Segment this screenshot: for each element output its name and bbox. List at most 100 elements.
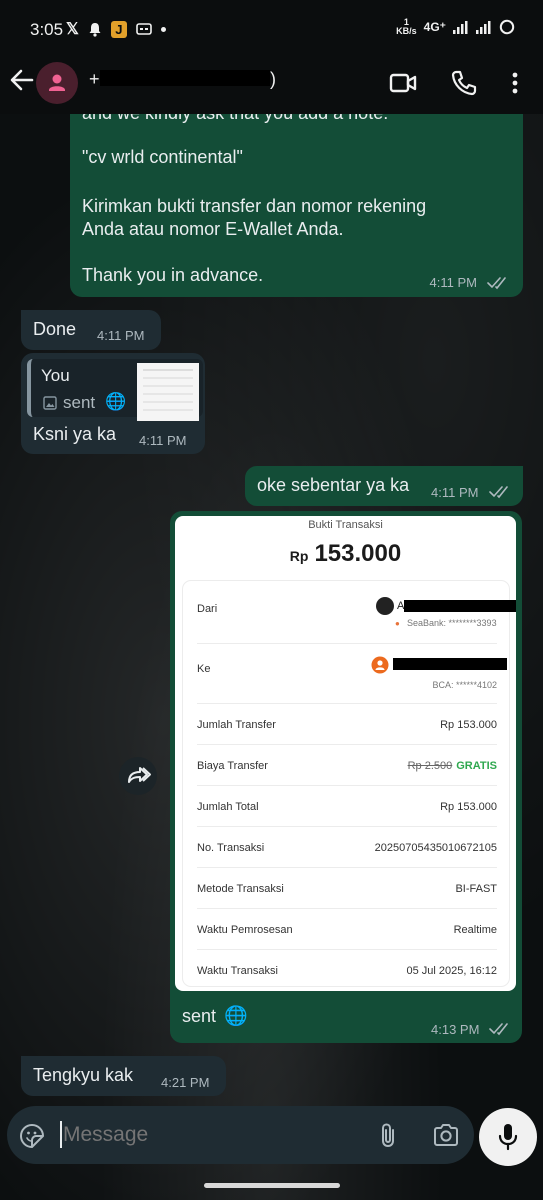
receipt-image[interactable]: Bukti Transaksi Rp 153.000 Dari A ● SeaBa…	[175, 516, 516, 991]
more-options-icon[interactable]	[500, 68, 530, 98]
text-cursor	[60, 1121, 62, 1148]
message-time: 4:11 PM	[97, 328, 145, 343]
row-label: Waktu Transaksi	[197, 965, 278, 977]
image-caption: sent	[182, 1006, 217, 1026]
sender-avatar	[376, 597, 394, 615]
row-value: Rp 153.000	[440, 801, 497, 813]
status-right: 1 KB/s 4G⁺	[396, 18, 515, 36]
thumbnail-line	[143, 377, 193, 379]
sender-bank: SeaBank: ********3393	[407, 618, 497, 628]
j-app-icon: J	[110, 20, 127, 38]
read-ticks-icon	[487, 277, 506, 290]
network-speed: 1 KB/s	[396, 18, 417, 36]
row-label: No. Transaksi	[197, 842, 265, 854]
message-text: Anda atau nomor E-Wallet Anda.	[82, 219, 344, 239]
redacted-name	[100, 70, 270, 86]
row-value: Rp 153.000	[440, 719, 497, 731]
divider	[197, 908, 497, 909]
attachment-icon[interactable]	[377, 1121, 399, 1149]
divider	[197, 826, 497, 827]
dot-icon	[160, 26, 166, 32]
row-value: 05 Jul 2025, 16:12	[406, 965, 497, 977]
avatar[interactable]	[36, 62, 78, 104]
thumbnail-line	[143, 393, 193, 395]
thumbnail-line	[143, 401, 193, 403]
message-bubble-incoming[interactable]: Done 4:11 PM	[21, 310, 161, 350]
read-ticks-icon	[489, 1023, 508, 1036]
globe-icon: 🌐	[224, 1006, 248, 1027]
message-input[interactable]	[63, 1118, 353, 1152]
seabank-icon: ●	[395, 619, 400, 628]
row-value: BI-FAST	[455, 883, 497, 895]
quote-text: sent	[63, 393, 96, 412]
quote-author: You	[41, 366, 70, 385]
message-text: oke sebentar ya ka	[257, 475, 410, 495]
row-label: Ke	[197, 663, 211, 675]
receipt-title: Bukti Transaksi	[308, 519, 383, 531]
signal-icon-2	[476, 21, 491, 34]
network-type: 4G⁺	[423, 20, 446, 34]
thumbnail-line	[143, 409, 193, 411]
back-arrow-icon[interactable]	[8, 66, 36, 94]
receipt-amount-value: 153.000	[314, 540, 402, 567]
row-label: Dari	[197, 603, 218, 615]
quoted-message[interactable]: You sent 🌐	[27, 359, 203, 421]
row-label: Jumlah Transfer	[197, 719, 276, 731]
divider	[197, 703, 497, 704]
divider	[197, 949, 497, 950]
message-time: 4:21 PM	[161, 1075, 210, 1090]
message-bubble-outgoing[interactable]: and we kindly ask that you add a note: "…	[70, 92, 523, 297]
message-time: 4:11 PM	[429, 275, 477, 290]
image-message-bubble[interactable]: Bukti Transaksi Rp 153.000 Dari A ● SeaBa…	[170, 511, 522, 1043]
camera-icon[interactable]	[432, 1122, 460, 1148]
divider	[197, 867, 497, 868]
quote-thumbnail	[137, 363, 199, 421]
divider	[197, 643, 497, 644]
globe-icon: 🌐	[105, 392, 127, 411]
voice-message-button[interactable]	[479, 1108, 537, 1166]
gesture-nav-bar[interactable]	[204, 1183, 340, 1188]
divider	[197, 744, 497, 745]
row-value: 20250705435010672105	[374, 842, 497, 854]
read-ticks-icon	[489, 486, 508, 499]
x-app-icon: 𝕏	[66, 21, 79, 38]
sticker-icon[interactable]	[19, 1123, 45, 1149]
person-icon	[49, 74, 65, 91]
message-text: Ksni ya ka	[33, 424, 117, 444]
forward-button[interactable]	[119, 757, 157, 795]
row-value: Rp 2.500 GRATIS	[408, 760, 497, 772]
message-text: Thank you in advance.	[82, 265, 264, 285]
message-bubble-incoming[interactable]: You sent 🌐 Ksni ya ka 4:11 PM	[21, 353, 205, 454]
battery-icon	[499, 19, 515, 35]
thumbnail-line	[143, 385, 193, 387]
signal-icon	[453, 21, 468, 34]
receipt-details-card: Dari A ● SeaBank: ********3393 Ke BCA: *…	[183, 581, 516, 986]
message-time: 4:13 PM	[431, 1022, 480, 1037]
message-text: Done	[33, 319, 77, 339]
fee-free: GRATIS	[456, 760, 497, 772]
message-bubble-incoming[interactable]: Tengkyu kak 4:21 PM	[21, 1056, 226, 1096]
video-call-icon[interactable]	[388, 68, 418, 98]
notification-icons: 𝕏 J	[66, 19, 166, 39]
message-time: 4:11 PM	[139, 433, 187, 448]
message-bubble-outgoing[interactable]: oke sebentar ya ka 4:11 PM	[245, 466, 523, 506]
redacted-recipient	[393, 658, 507, 670]
header-layer: + )	[0, 58, 543, 114]
forward-icon	[128, 767, 151, 783]
contact-name[interactable]: +	[89, 69, 100, 90]
contact-suffix: )	[270, 69, 276, 89]
microphone-icon	[498, 1124, 518, 1151]
message-text: "cv wrld continental"	[82, 147, 243, 167]
bell-icon	[89, 22, 101, 37]
row-value: Realtime	[453, 924, 497, 936]
thumbnail-line	[143, 369, 193, 371]
fee-original: Rp 2.500	[407, 760, 453, 772]
message-input-bar	[7, 1106, 474, 1164]
message-text: Tengkyu kak	[33, 1065, 134, 1085]
voice-call-icon[interactable]	[449, 68, 479, 98]
recipient-avatar-icon	[371, 656, 389, 674]
card-icon	[136, 23, 152, 35]
row-label: Waktu Pemrosesan	[197, 924, 293, 936]
status-bar: 3:05 𝕏 J 1 KB/s 4G⁺	[0, 0, 543, 58]
image-icon	[43, 396, 57, 410]
